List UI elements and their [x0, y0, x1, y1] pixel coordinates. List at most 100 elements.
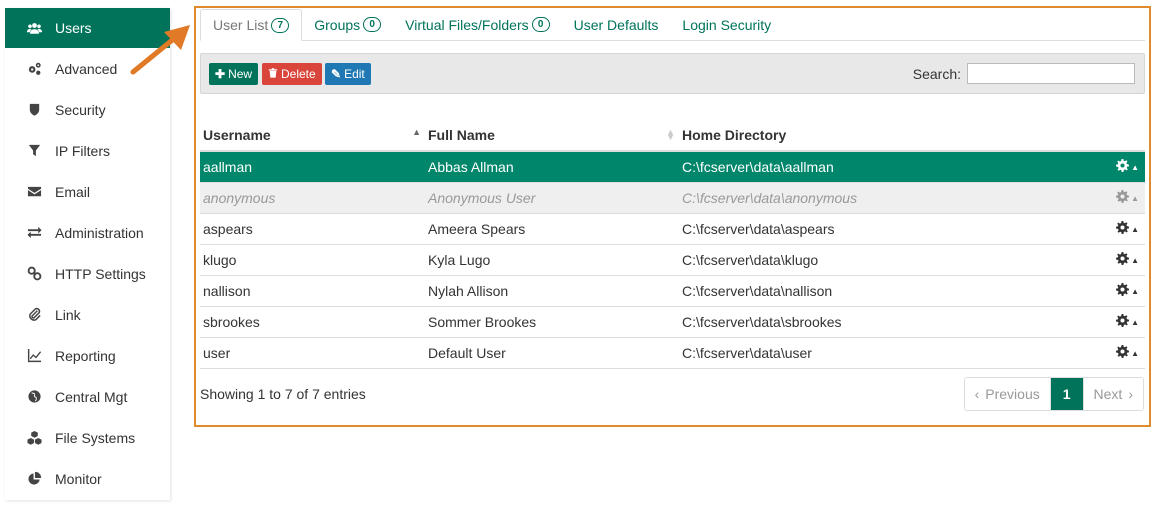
cell-home-directory: C:\fcserver\data\sbrookes: [679, 306, 1074, 338]
link-chain-icon: [25, 265, 43, 283]
pencil-icon: ✎: [331, 67, 342, 81]
table-row[interactable]: nallison Nylah Allison C:\fcserver\data\…: [200, 275, 1145, 307]
row-actions-button[interactable]: ▲: [1074, 275, 1145, 307]
row-actions-button[interactable]: ▲: [1074, 244, 1145, 276]
row-actions-button[interactable]: ▲: [1074, 213, 1145, 245]
sidebar-item-reporting[interactable]: Reporting: [5, 335, 170, 376]
sidebar-item-central-mgt[interactable]: Central Mgt: [5, 376, 170, 417]
caret-up-icon: ▲: [1131, 224, 1139, 234]
sidebar-item-link[interactable]: Link: [5, 294, 170, 335]
header-label: Full Name: [428, 126, 495, 143]
sidebar-item-label: IP Filters: [55, 142, 110, 159]
page-1-button[interactable]: 1: [1050, 378, 1083, 410]
count-badge: 7: [271, 17, 290, 33]
sidebar-item-label: Advanced: [55, 60, 118, 77]
table-row[interactable]: anonymous Anonymous User C:\fcserver\dat…: [200, 182, 1145, 214]
pager-label: Next: [1093, 386, 1123, 402]
cell-fullname: Sommer Brookes: [425, 306, 679, 338]
table-row[interactable]: klugo Kyla Lugo C:\fcserver\data\klugo ▲: [200, 244, 1145, 276]
entries-info: Showing 1 to 7 of 7 entries: [200, 386, 366, 402]
shield-icon: [25, 101, 43, 119]
sidebar-item-label: File Systems: [55, 429, 136, 446]
gear-icon: [1116, 221, 1130, 237]
user-list-panel: User List 7 Groups 0 Virtual Files/Folde…: [194, 6, 1151, 427]
column-header-username[interactable]: Username ▲: [200, 119, 425, 152]
button-label: Edit: [344, 67, 365, 81]
chevron-right-icon: ›: [1128, 386, 1133, 402]
tab-virtual-files-folders[interactable]: Virtual Files/Folders 0: [393, 9, 561, 40]
sidebar-item-email[interactable]: Email: [5, 171, 170, 212]
row-actions-button[interactable]: ▲: [1074, 337, 1145, 369]
row-actions-button[interactable]: ▲: [1074, 151, 1145, 183]
tab-label: Groups: [314, 16, 361, 33]
paperclip-icon: [25, 306, 43, 324]
column-header-fullname[interactable]: Full Name ▲ ▼: [425, 119, 679, 152]
gear-icon: [1116, 314, 1130, 330]
new-button[interactable]: ✚ New: [209, 63, 259, 85]
sidebar-item-label: Monitor: [55, 470, 102, 487]
sidebar-item-label: Link: [55, 306, 81, 323]
button-label: New: [228, 67, 253, 81]
gear-icon: [1116, 190, 1130, 206]
sidebar-item-administration[interactable]: Administration: [5, 212, 170, 253]
search-label: Search:: [912, 66, 961, 82]
globe-icon: [25, 388, 43, 406]
table-row[interactable]: user Default User C:\fcserver\data\user …: [200, 337, 1145, 369]
tab-user-defaults[interactable]: User Defaults: [562, 9, 671, 40]
sidebar-item-file-systems[interactable]: File Systems: [5, 417, 170, 458]
chevron-left-icon: ‹: [974, 386, 980, 402]
tab-groups[interactable]: Groups 0: [302, 9, 393, 40]
filter-icon: [25, 142, 43, 160]
cell-fullname: Abbas Allman: [425, 151, 679, 183]
sidebar-item-ip-filters[interactable]: IP Filters: [5, 130, 170, 171]
users-table: Username ▲ Full Name ▲ ▼ Home Directory aal…: [200, 119, 1145, 369]
pie-chart-icon: [25, 470, 43, 488]
cell-username: aspears: [200, 213, 425, 245]
caret-up-icon: ▲: [1131, 286, 1139, 296]
previous-page-button[interactable]: ‹ Previous: [964, 378, 1051, 410]
tab-user-list[interactable]: User List 7: [200, 9, 303, 41]
sidebar-item-monitor[interactable]: Monitor: [5, 458, 170, 499]
cell-home-directory: C:\fcserver\data\user: [679, 337, 1074, 369]
users-icon: [25, 19, 43, 37]
sidebar-item-label: Email: [55, 183, 91, 200]
gear-icon: [1116, 283, 1130, 299]
tab-bar: User List 7 Groups 0 Virtual Files/Folde…: [200, 9, 1145, 41]
cell-username: user: [200, 337, 425, 369]
sidebar-item-label: Security: [55, 101, 106, 118]
column-header-home-directory[interactable]: Home Directory: [679, 119, 1074, 152]
sidebar-item-label: Central Mgt: [55, 388, 128, 405]
sidebar-item-label: Administration: [55, 224, 144, 241]
caret-up-icon: ▲: [1131, 193, 1139, 203]
next-page-button[interactable]: Next ›: [1082, 378, 1143, 410]
count-badge: 0: [531, 17, 550, 32]
sort-both-icon: ▲ ▼: [666, 127, 675, 142]
cell-fullname: Ameera Spears: [425, 213, 679, 245]
row-actions-button[interactable]: ▲: [1074, 306, 1145, 338]
sidebar: Users Advanced Security IP Filters Email…: [5, 8, 170, 500]
pagination: ‹ Previous 1 Next ›: [963, 377, 1144, 411]
gear-icon: [1116, 159, 1130, 175]
exchange-icon: [25, 224, 43, 242]
table-row[interactable]: sbrookes Sommer Brookes C:\fcserver\data…: [200, 306, 1145, 338]
tab-login-security[interactable]: Login Security: [670, 9, 783, 40]
cell-home-directory: C:\fcserver\data\aspears: [679, 213, 1074, 245]
cell-username: sbrookes: [200, 306, 425, 338]
header-label: Username: [203, 126, 271, 143]
search-input[interactable]: [967, 63, 1135, 84]
cell-fullname: Kyla Lugo: [425, 244, 679, 276]
tab-label: Virtual Files/Folders: [405, 16, 529, 33]
table-row[interactable]: aallman Abbas Allman C:\fcserver\data\aa…: [200, 151, 1145, 183]
cell-username: nallison: [200, 275, 425, 307]
edit-button[interactable]: ✎ Edit: [325, 63, 371, 85]
delete-button[interactable]: Delete: [262, 63, 322, 85]
cell-home-directory: C:\fcserver\data\anonymous: [679, 182, 1074, 214]
trash-icon: [268, 67, 278, 81]
column-header-actions: [1074, 119, 1145, 152]
sidebar-item-http-settings[interactable]: HTTP Settings: [5, 253, 170, 294]
sidebar-item-security[interactable]: Security: [5, 89, 170, 130]
cell-username: aallman: [200, 151, 425, 183]
table-row[interactable]: aspears Ameera Spears C:\fcserver\data\a…: [200, 213, 1145, 245]
toolbar: ✚ New Delete ✎ Edit Search:: [200, 53, 1145, 94]
row-actions-button[interactable]: ▲: [1074, 182, 1145, 214]
